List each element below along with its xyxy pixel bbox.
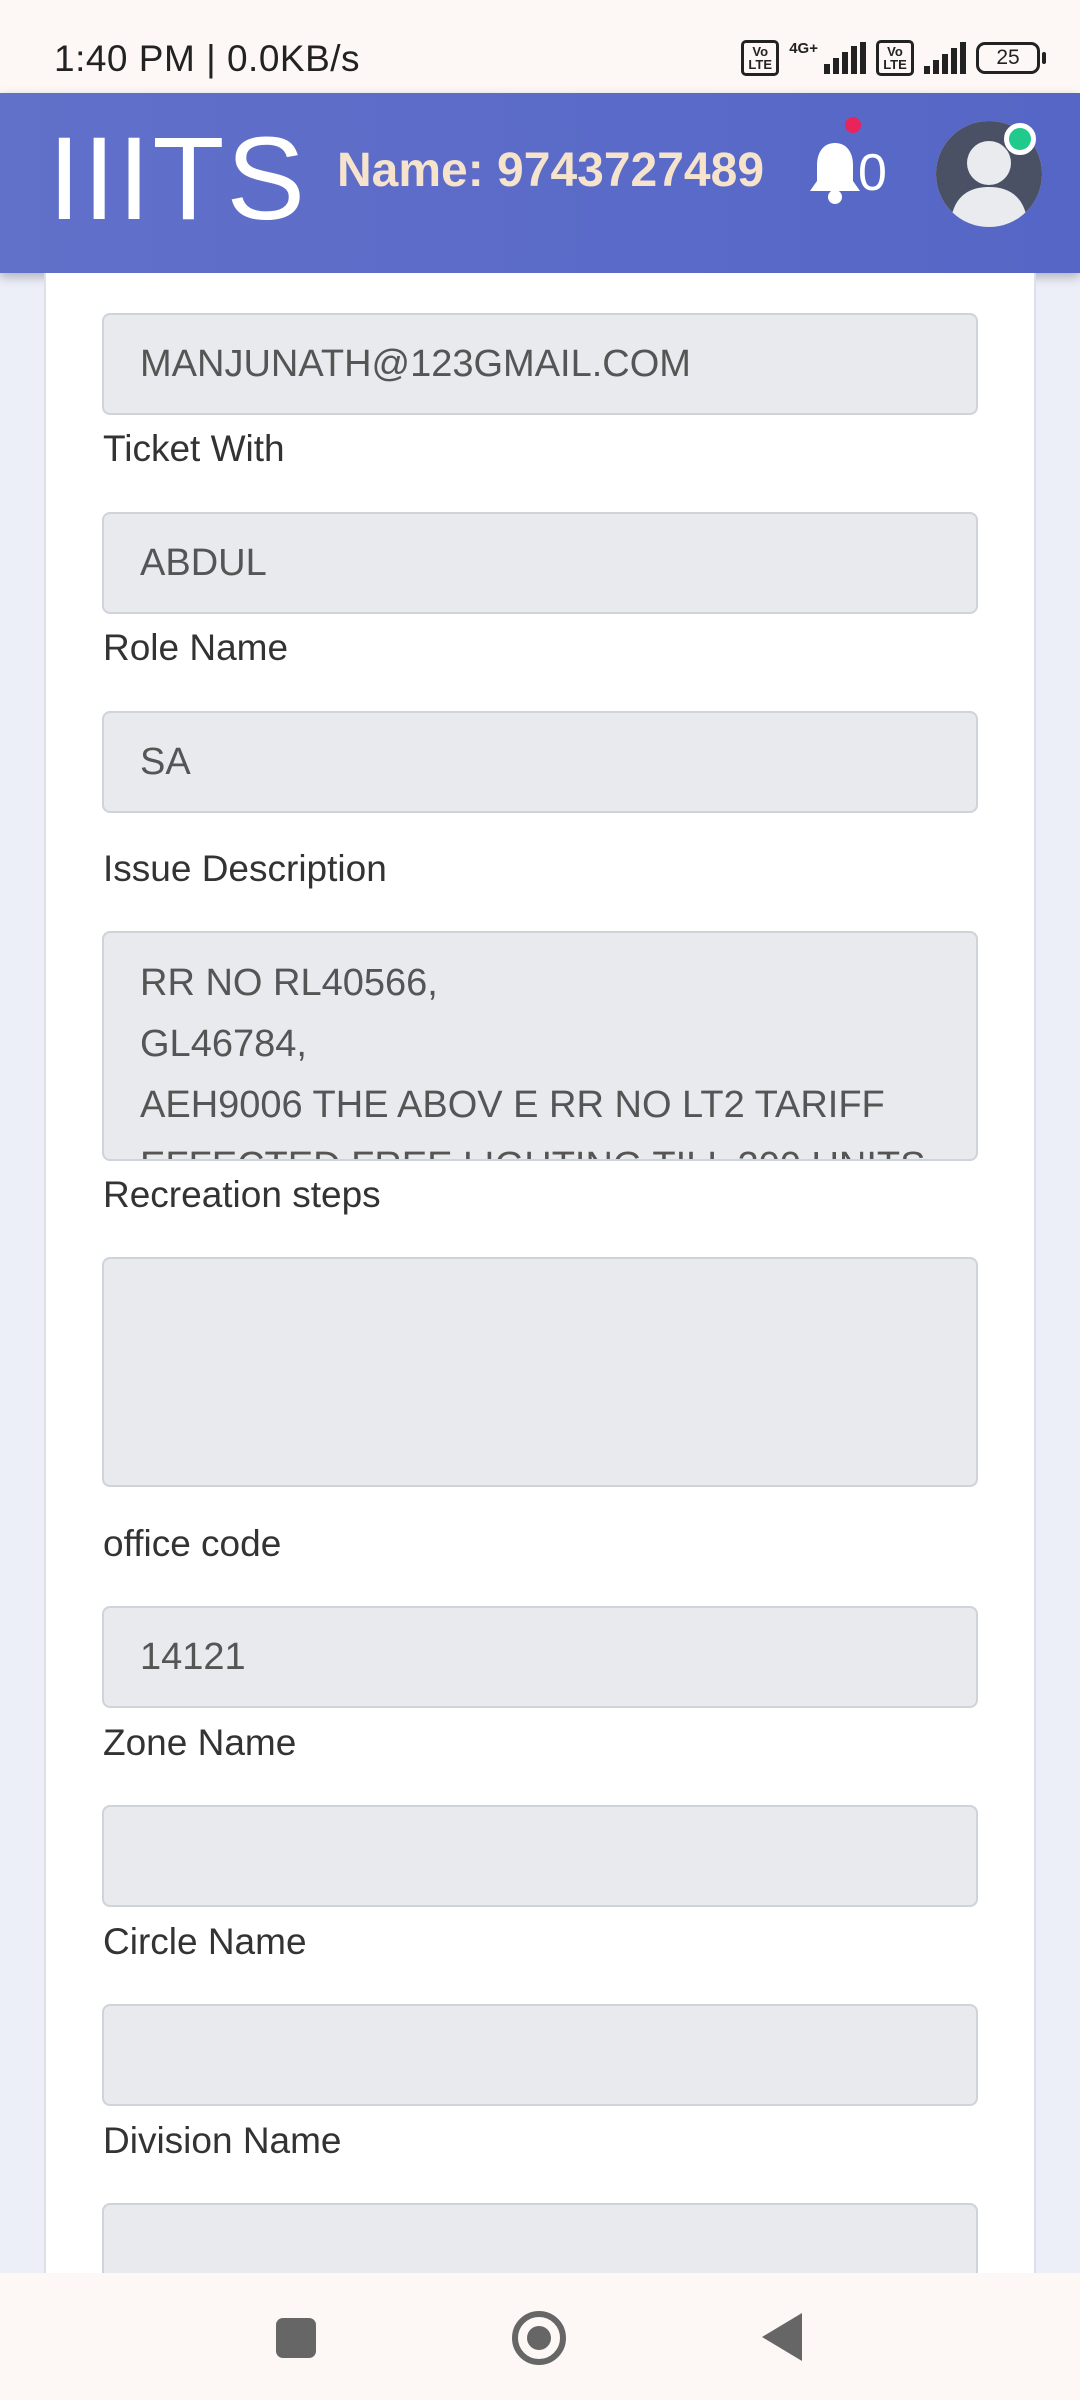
recreation-steps-textarea[interactable] <box>102 1257 978 1487</box>
system-nav-bar <box>0 2273 1080 2400</box>
home-icon[interactable] <box>512 2311 566 2365</box>
status-icons: Vo LTE 4G+ Vo LTE 25 <box>741 39 1046 76</box>
bell-icon[interactable] <box>805 137 865 207</box>
status-bar: 1:40 PM | 0.0KB/s Vo LTE 4G+ Vo LTE 25 <box>0 0 1080 93</box>
office-code-label: office code <box>103 1523 282 1564</box>
zone-name-label: Zone Name <box>103 1722 297 1763</box>
recent-apps-icon[interactable] <box>276 2318 316 2358</box>
status-time: 1:40 PM | 0.0KB/s <box>54 38 361 79</box>
app-logo[interactable]: IIITS <box>48 111 307 247</box>
notification-count[interactable]: 0 <box>858 143 887 203</box>
notification-dot <box>845 117 861 133</box>
recreation-steps-label: Recreation steps <box>103 1174 381 1215</box>
back-icon[interactable] <box>762 2313 802 2361</box>
issue-description-label: Issue Description <box>103 848 387 889</box>
online-status-dot <box>1004 123 1036 155</box>
division-name-label: Division Name <box>103 2120 342 2161</box>
user-name: Name: 9743727489 <box>337 144 765 197</box>
volte-icon: Vo LTE <box>741 40 780 76</box>
volte-icon-2: Vo LTE <box>876 40 914 76</box>
role-name-field[interactable]: SA <box>102 711 978 813</box>
circle-name-field[interactable] <box>102 2004 978 2106</box>
circle-name-label: Circle Name <box>103 1921 307 1962</box>
role-name-label: Role Name <box>103 627 289 668</box>
app-header: IIITS Name: 9743727489 0 <box>0 93 1080 273</box>
battery-icon: 25 <box>976 42 1046 74</box>
signal-icon-2 <box>924 42 966 74</box>
network-type: 4G+ <box>789 39 818 57</box>
email-field[interactable]: MANJUNATH@123GMAIL.COM <box>102 313 978 415</box>
office-code-field[interactable]: 14121 <box>102 1606 978 1708</box>
zone-name-field[interactable] <box>102 1805 978 1907</box>
issue-description-textarea[interactable]: RR NO RL40566, GL46784, AEH9006 THE ABOV… <box>102 931 978 1161</box>
signal-icon <box>824 42 866 74</box>
ticket-with-label: Ticket With <box>103 428 285 469</box>
ticket-with-field[interactable]: ABDUL <box>102 512 978 614</box>
